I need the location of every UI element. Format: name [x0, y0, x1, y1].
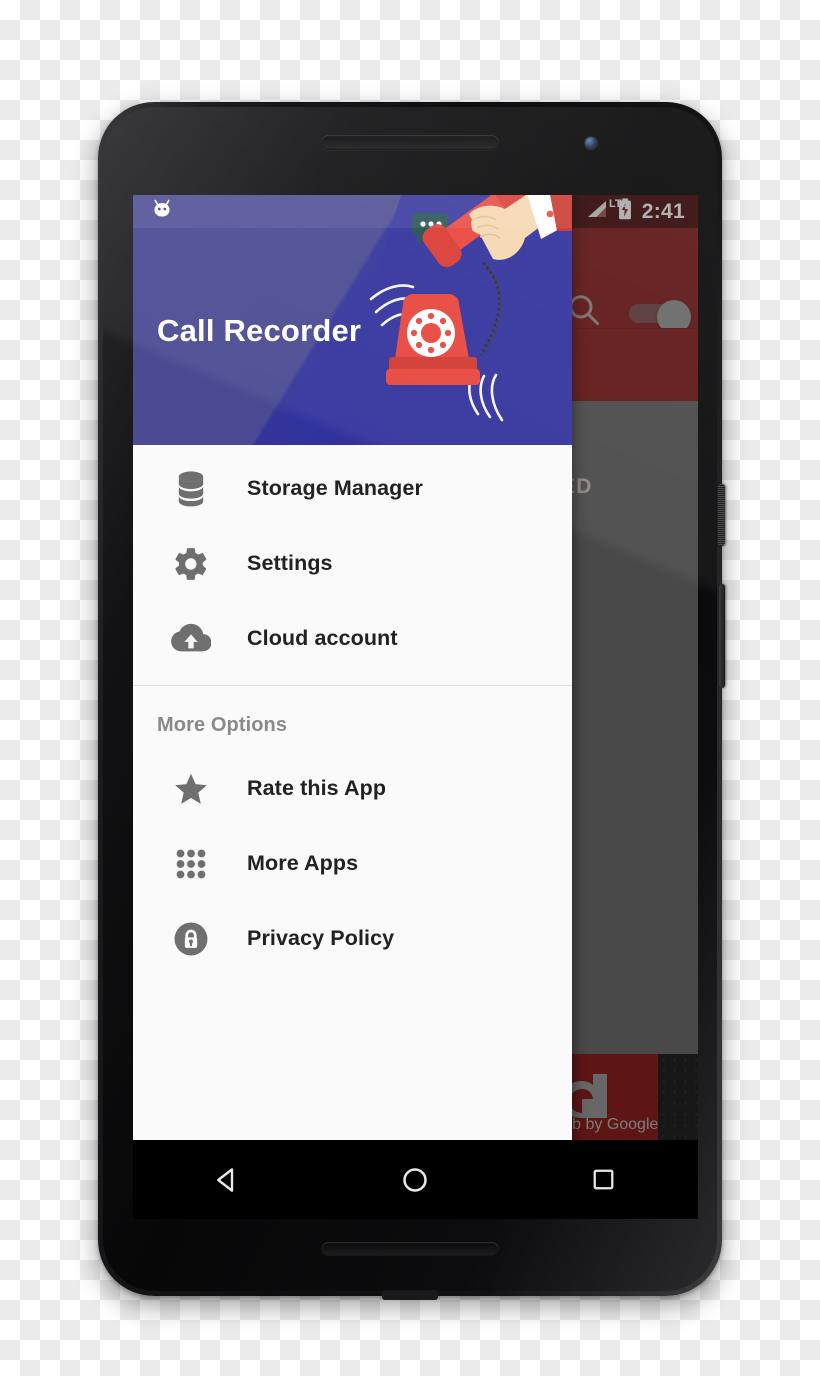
back-button[interactable] [182, 1140, 272, 1219]
front-camera [585, 137, 597, 149]
bottom-speaker [321, 1242, 499, 1257]
sidebar-item-label: Rate this App [247, 776, 387, 800]
home-button[interactable] [370, 1140, 460, 1219]
app-title: Call Recorder [157, 313, 362, 348]
drawer-status-bar [133, 195, 572, 228]
earpiece-speaker [321, 135, 499, 150]
android-navigation-bar [133, 1140, 698, 1219]
sidebar-item-label: Settings [247, 551, 333, 575]
gear-icon [168, 541, 214, 587]
sidebar-item-label: More Apps [247, 851, 359, 875]
sidebar-item-label: Privacy Policy [247, 926, 395, 950]
cloud-upload-icon [168, 616, 214, 662]
apps-grid-icon [168, 841, 214, 887]
sidebar-item-label: Cloud account [247, 626, 398, 650]
sidebar-item-settings[interactable]: Settings [133, 526, 572, 601]
phone-device: ED dMob by Google LTE 2:41 Call Recorder… [98, 102, 725, 1300]
usb-port [382, 1290, 438, 1300]
drawer-header: Call Recorder [133, 195, 572, 445]
database-icon [168, 466, 214, 512]
phone-bezel: ED dMob by Google LTE 2:41 Call Recorder… [103, 107, 717, 1291]
phone-screen: ED dMob by Google LTE 2:41 Call Recorder… [133, 195, 698, 1140]
sidebar-item-privacy-policy[interactable]: Privacy Policy [133, 901, 572, 976]
star-icon [168, 766, 214, 812]
drawer-menu: Storage Manager Settings Cloud account M… [133, 445, 572, 1140]
android-marshmallow-icon [151, 198, 173, 225]
sidebar-item-storage-manager[interactable]: Storage Manager [133, 451, 572, 526]
lock-circle-icon [168, 916, 214, 962]
sidebar-item-rate-this-app[interactable]: Rate this App [133, 751, 572, 826]
volume-rocker[interactable] [719, 584, 725, 688]
power-button[interactable] [718, 484, 725, 546]
sidebar-item-more-apps[interactable]: More Apps [133, 826, 572, 901]
sidebar-item-cloud-account[interactable]: Cloud account [133, 601, 572, 676]
recents-button[interactable] [559, 1140, 649, 1219]
navigation-drawer: Call Recorder Storage Manager Settings C… [133, 195, 572, 1140]
section-header: More Options [157, 714, 288, 736]
sidebar-item-label: Storage Manager [247, 476, 423, 500]
